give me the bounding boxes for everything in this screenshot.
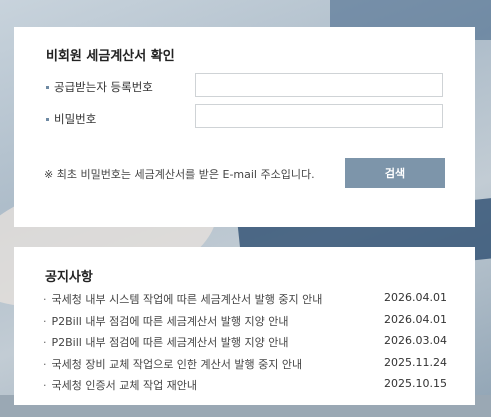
verify-title: 비회원 세금계산서 확인	[46, 49, 175, 64]
invoice-verify-panel: 비회원 세금계산서 확인 공급받는자 등록번호 비밀번호 ※ 최초 비밀번호는 …	[14, 27, 475, 227]
reg-number-input[interactable]	[195, 73, 443, 97]
bullet-icon	[46, 86, 49, 89]
notice-item-date: 2026.04.01	[384, 291, 447, 304]
notice-item-date: 2026.04.01	[384, 312, 447, 326]
notice-panel: 공지사항 · 국세청 내부 시스템 작업에 따른 세금계산서 발행 중지 안내 20…	[14, 247, 475, 405]
notice-list: · 국세청 내부 시스템 작업에 따른 세금계산서 발행 중지 안내 2026.04…	[43, 291, 447, 399]
notice-item-title[interactable]: P2Bill 내부 점검에 따른 세금계산서 발행 지양 안내	[52, 336, 289, 349]
notice-item[interactable]: · P2Bill 내부 점검에 따른 세금계산서 발행 지양 안내 2026.04.…	[43, 313, 447, 335]
bullet-icon: ·	[43, 293, 47, 306]
notice-item[interactable]: · 국세청 인증서 교체 작업 재안내 2025.10.15	[43, 377, 447, 399]
notice-title: 공지사항	[45, 270, 93, 285]
notice-item-date: 2026.03.04	[384, 334, 447, 347]
password-note: ※ 최초 비밀번호는 세금계산서를 받은 E-mail 주소입니다.	[44, 168, 315, 181]
notice-item[interactable]: · 국세청 내부 시스템 작업에 따른 세금계산서 발행 중지 안내 2026.04…	[43, 291, 447, 313]
bullet-icon: ·	[43, 336, 47, 349]
bullet-icon: ·	[43, 357, 47, 371]
notice-item-title[interactable]: P2Bill 내부 점검에 따른 세금계산서 발행 지양 안내	[52, 315, 289, 328]
notice-item-title[interactable]: 국세청 내부 시스템 작업에 따른 세금계산서 발행 중지 안내	[52, 293, 323, 306]
notice-item[interactable]: · P2Bill 내부 점검에 따른 세금계산서 발행 지양 안내 2026.03.…	[43, 334, 447, 356]
notice-item[interactable]: · 국세청 장비 교체 작업으로 인한 계산서 발행 중지 안내 2025.11.2…	[43, 356, 447, 378]
notice-item-date: 2025.11.24	[384, 355, 447, 369]
search-button[interactable]: 검색	[345, 158, 445, 188]
bullet-icon	[46, 118, 49, 121]
password-label: 비밀번호	[46, 111, 96, 127]
notice-item-date: 2025.10.15	[384, 377, 447, 390]
password-input[interactable]	[195, 104, 443, 128]
bullet-icon: ·	[43, 379, 47, 392]
notice-item-title[interactable]: 국세청 인증서 교체 작업 재안내	[52, 379, 198, 392]
reg-number-label: 공급받는자 등록번호	[46, 79, 153, 95]
notice-item-title[interactable]: 국세청 장비 교체 작업으로 인한 계산서 발행 중지 안내	[52, 358, 303, 371]
bullet-icon: ·	[43, 314, 47, 328]
